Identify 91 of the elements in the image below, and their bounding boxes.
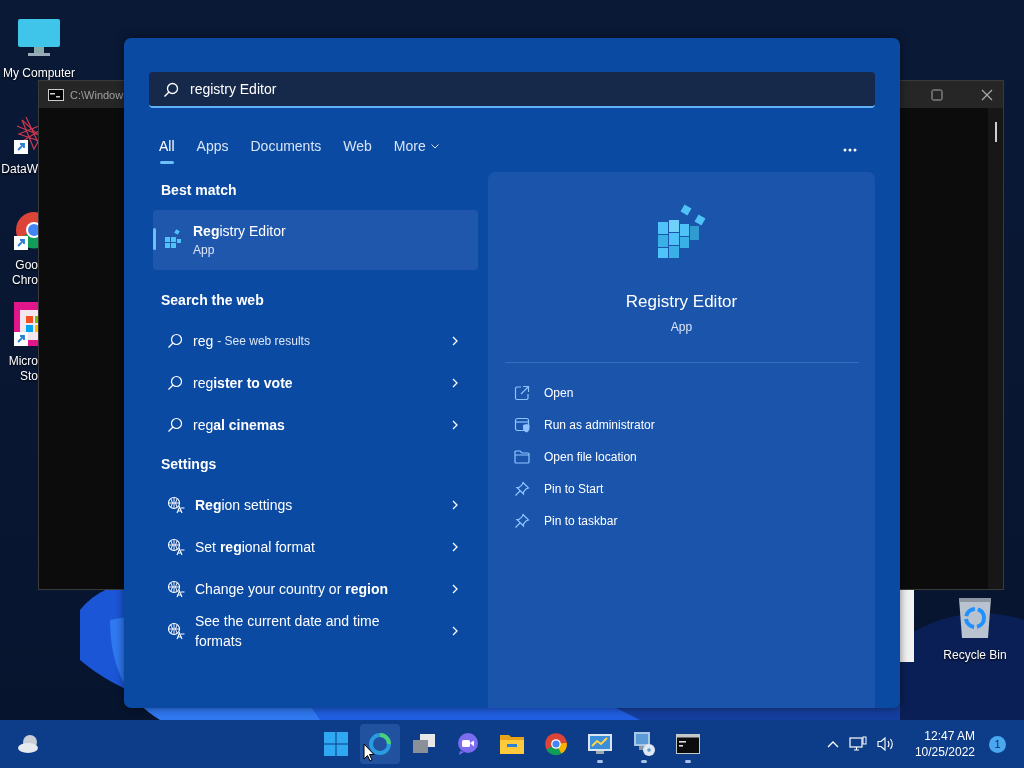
chevron-right-icon xyxy=(452,500,458,510)
more-options-icon[interactable] xyxy=(843,148,857,152)
section-heading: Search the web xyxy=(160,291,265,310)
desktop-icon-label[interactable]: Recycle Bin xyxy=(943,648,1007,662)
ring-icon xyxy=(368,732,392,756)
action-item[interactable]: Run as administrator xyxy=(514,409,875,441)
browser-icon xyxy=(544,732,568,756)
running-indicator xyxy=(685,760,691,763)
globe-icon xyxy=(167,496,185,514)
shortcut-arrow-icon xyxy=(14,236,28,250)
recycle-bin-icon[interactable] xyxy=(957,596,993,640)
desktop-icon-label[interactable]: Goo Chro xyxy=(0,258,38,288)
window-title: C:\Window xyxy=(70,88,124,101)
terminal-icon xyxy=(676,734,700,754)
web-result[interactable]: reg - See web results xyxy=(153,320,478,362)
settings-result[interactable]: See the current date and time formats xyxy=(153,610,478,652)
clock[interactable]: 12:47 AM 10/25/2022 xyxy=(914,728,975,760)
chevron-up-icon[interactable] xyxy=(826,740,839,748)
control-panel-icon xyxy=(587,732,613,756)
chevron-right-icon xyxy=(452,584,458,594)
desktop-icon-label[interactable]: DataW xyxy=(0,162,38,177)
open-external-icon xyxy=(514,385,530,401)
pin-icon xyxy=(514,481,530,497)
shortcut-arrow-icon xyxy=(14,140,28,154)
notification-badge[interactable]: 1 xyxy=(989,735,1006,753)
app-type: App xyxy=(670,320,693,334)
result-text: See the current date and time formats xyxy=(195,612,381,651)
volume-icon[interactable] xyxy=(876,736,895,752)
tab[interactable]: All xyxy=(153,136,181,164)
tab[interactable]: Apps xyxy=(190,136,235,164)
network-icon[interactable] xyxy=(848,736,867,752)
folder-icon xyxy=(514,450,530,464)
chevron-right-icon xyxy=(452,420,458,430)
desktop-icon-label[interactable]: Micro Sto xyxy=(0,354,38,384)
action-item[interactable]: Open file location xyxy=(514,441,875,473)
pointer-icon xyxy=(363,743,375,762)
task-view-icon xyxy=(412,733,436,755)
desktop-icon-label[interactable]: My Computer xyxy=(3,66,75,81)
search-field[interactable]: registry Editor xyxy=(149,72,875,108)
close-icon[interactable] xyxy=(981,88,993,101)
search-icon xyxy=(167,417,183,433)
chevron-right-icon xyxy=(452,378,458,388)
section-heading: Settings xyxy=(160,455,218,474)
result-title: Registry Editor xyxy=(193,223,286,239)
chevron-down-icon xyxy=(430,143,439,149)
globe-icon xyxy=(167,622,185,640)
video-chat-icon xyxy=(456,732,480,756)
web-result[interactable]: regal cinemas xyxy=(153,404,478,446)
running-indicator xyxy=(597,760,603,763)
chevron-right-icon xyxy=(452,336,458,346)
action-item[interactable]: Pin to taskbar xyxy=(514,505,875,537)
folder-icon xyxy=(499,733,525,755)
monitor-icon[interactable] xyxy=(17,18,61,58)
taskbar-button[interactable] xyxy=(360,724,400,764)
result-text: Change your country or region xyxy=(195,580,388,599)
search-icon xyxy=(167,375,183,391)
result-text: Set regional format xyxy=(195,538,315,557)
web-result[interactable]: register to vote xyxy=(153,362,478,404)
section-heading: Best match xyxy=(160,181,238,200)
running-indicator xyxy=(641,760,647,763)
result-text: regal cinemas xyxy=(193,417,285,433)
app-title: Registry Editor xyxy=(625,292,738,312)
globe-icon xyxy=(167,538,185,556)
tab[interactable]: Web xyxy=(337,136,378,164)
window-edge xyxy=(900,590,914,662)
result-subtitle: App xyxy=(193,243,216,257)
pin-icon xyxy=(514,513,530,529)
result-hint: - See web results xyxy=(217,334,310,348)
settings-result[interactable]: Set regional format xyxy=(153,526,478,568)
action-item[interactable]: Open xyxy=(514,377,875,409)
settings-result[interactable]: Region settings xyxy=(153,484,478,526)
result-text: reg xyxy=(193,333,214,349)
shield-window-icon xyxy=(514,417,530,433)
chevron-right-icon xyxy=(452,626,458,636)
search-icon xyxy=(167,333,183,349)
computer-disc-icon xyxy=(631,731,657,757)
search-icon xyxy=(163,82,179,98)
best-match-item[interactable]: Registry Editor App xyxy=(153,210,478,270)
result-text: Region settings xyxy=(195,496,293,515)
scrollbar[interactable] xyxy=(988,108,1003,589)
settings-result[interactable]: Change your country or region xyxy=(153,568,478,610)
maximize-icon[interactable] xyxy=(931,88,943,101)
action-item[interactable]: Pin to Start xyxy=(514,473,875,505)
chevron-right-icon xyxy=(452,542,458,552)
shortcut-arrow-icon xyxy=(14,332,28,346)
start-icon xyxy=(324,732,348,756)
result-text: register to vote xyxy=(193,375,293,391)
tab[interactable]: More xyxy=(387,136,445,164)
console-icon xyxy=(48,88,64,101)
globe-icon xyxy=(167,580,185,598)
tab[interactable]: Documents xyxy=(244,136,328,164)
